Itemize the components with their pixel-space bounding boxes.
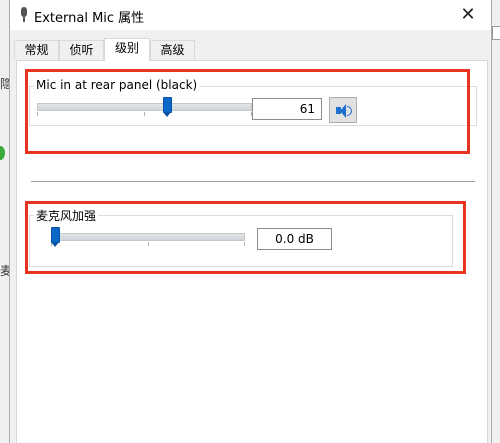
- slider-thumb[interactable]: [163, 97, 172, 117]
- background-status-icon: [0, 146, 5, 160]
- mic-boost-slider[interactable]: [51, 225, 245, 253]
- tab-advanced[interactable]: 高级: [150, 40, 195, 60]
- properties-dialog: External Mic 属性 ✕ 常规 侦听 级别 高级 Mic in at …: [9, 0, 492, 443]
- tab-listen[interactable]: 侦听: [59, 40, 104, 60]
- close-button[interactable]: ✕: [457, 4, 479, 26]
- background-button: [492, 26, 500, 40]
- background-window-right: [492, 0, 500, 443]
- slider-tick: [37, 112, 38, 116]
- slider-track: [37, 103, 252, 111]
- levels-panel: Mic in at rear panel (black) 61 麦克风加强 0.…: [16, 60, 488, 443]
- microphone-icon: [20, 7, 28, 23]
- tab-levels[interactable]: 级别: [104, 38, 150, 61]
- separator: [31, 181, 475, 182]
- slider-track: [51, 233, 245, 241]
- boost-group-label: 麦克风加强: [34, 207, 99, 224]
- tab-strip: 常规 侦听 级别 高级: [10, 38, 491, 61]
- tab-general[interactable]: 常规: [14, 40, 59, 60]
- mic-level-value[interactable]: 61: [252, 98, 322, 120]
- mic-level-slider[interactable]: [37, 95, 252, 123]
- title-bar: External Mic 属性 ✕: [10, 0, 491, 30]
- mic-boost-value[interactable]: 0.0 dB: [257, 228, 332, 250]
- slider-thumb[interactable]: [51, 227, 60, 247]
- slider-tick: [148, 242, 149, 246]
- window-title: External Mic 属性: [34, 11, 145, 26]
- mute-button[interactable]: [329, 97, 357, 123]
- slider-tick: [244, 242, 245, 246]
- mic-group-label: Mic in at rear panel (black): [34, 78, 200, 92]
- slider-tick: [144, 112, 145, 116]
